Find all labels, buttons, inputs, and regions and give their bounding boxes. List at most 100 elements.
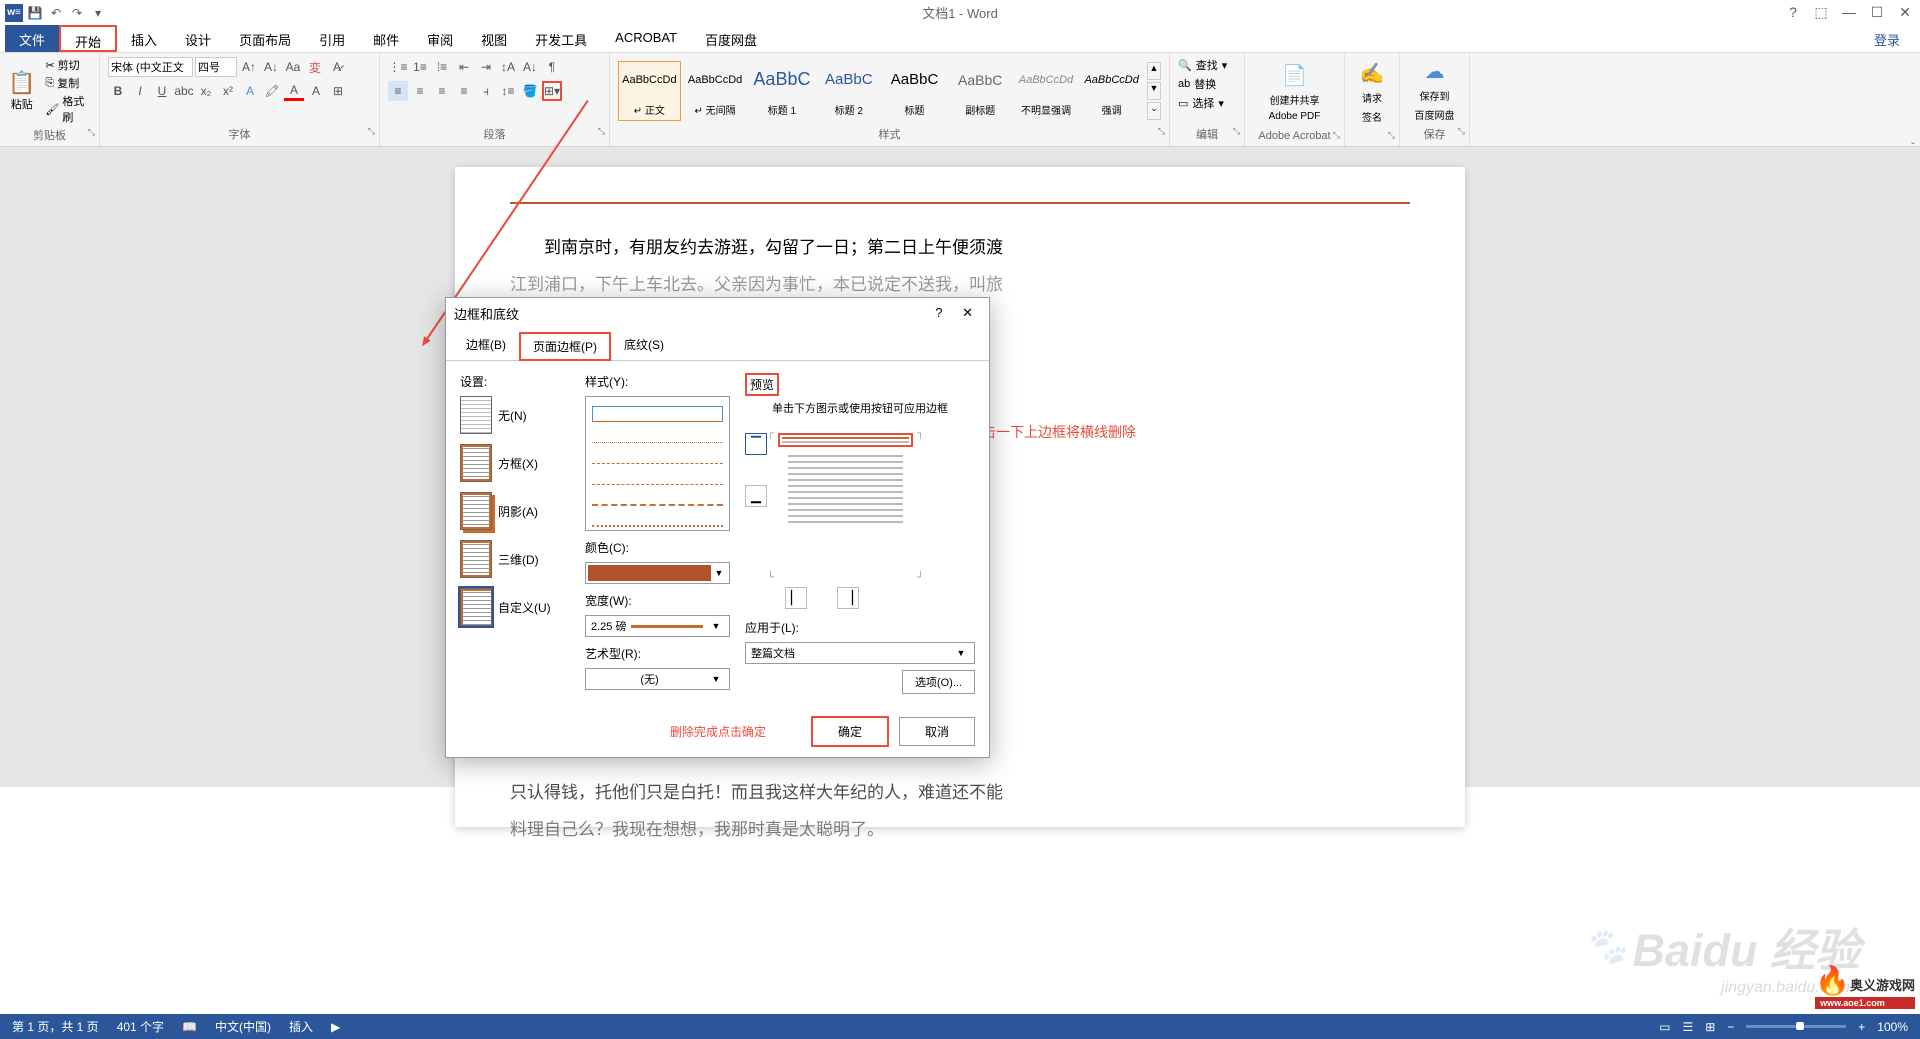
style-heading2[interactable]: AaBbC标题 2 xyxy=(817,61,880,121)
dialog-help-icon[interactable]: ? xyxy=(927,305,950,320)
style-subtitle[interactable]: AaBbC副标题 xyxy=(949,61,1012,121)
tab-insert[interactable]: 插入 xyxy=(117,25,171,52)
status-language[interactable]: 中文(中国) xyxy=(215,1018,271,1035)
char-shading-icon[interactable]: A xyxy=(306,81,326,101)
tab-design[interactable]: 设计 xyxy=(171,25,225,52)
style-scroll-up[interactable]: ▲ xyxy=(1147,62,1161,80)
close-icon[interactable]: ✕ xyxy=(1895,4,1915,21)
justify-icon[interactable]: ≡ xyxy=(454,81,474,101)
ok-button[interactable]: 确定 xyxy=(811,716,889,747)
style-normal[interactable]: AaBbCcDd↵ 正文 xyxy=(618,61,681,121)
sort-icon[interactable]: A↓ xyxy=(520,57,540,77)
borders-button[interactable]: ⊞▾ xyxy=(542,81,562,101)
tab-review[interactable]: 审阅 xyxy=(413,25,467,52)
italic-icon[interactable]: I xyxy=(130,81,150,101)
zoom-out-icon[interactable]: − xyxy=(1727,1020,1734,1034)
ltrv-icon[interactable]: ↕A xyxy=(498,57,518,77)
preview-box[interactable]: ┌ ┐ └ ┘ xyxy=(773,428,918,583)
grow-font-icon[interactable]: A↑ xyxy=(239,57,259,77)
shrink-font-icon[interactable]: A↓ xyxy=(261,57,281,77)
bullets-icon[interactable]: ⋮≡ xyxy=(388,57,408,77)
create-pdf-button[interactable]: 📄 创建并共享Adobe PDF xyxy=(1253,57,1336,128)
tab-page-border[interactable]: 页面边框(P) xyxy=(519,332,611,361)
cancel-button[interactable]: 取消 xyxy=(899,717,975,746)
save-to-baidu-button[interactable]: ☁ 保存到百度网盘 xyxy=(1408,57,1461,124)
tab-baidu[interactable]: 百度网盘 xyxy=(691,25,771,52)
style-gallery[interactable]: AaBbCcDd↵ 正文 AaBbCcDd↵ 无间隔 AaBbC标题 1 AaB… xyxy=(618,61,1143,121)
minimize-icon[interactable]: — xyxy=(1839,4,1859,21)
style-expand[interactable]: ⌄ xyxy=(1147,102,1161,120)
bold-icon[interactable]: B xyxy=(108,81,128,101)
request-signature-button[interactable]: ✍ 请求签名 xyxy=(1353,57,1391,128)
tab-acrobat[interactable]: ACROBAT xyxy=(601,25,691,52)
subscript-icon[interactable]: x₂ xyxy=(196,81,216,101)
redo-icon[interactable]: ↷ xyxy=(68,4,86,22)
replace-button[interactable]: ab替换 xyxy=(1178,76,1216,92)
strikethrough-icon[interactable]: abc xyxy=(174,81,194,101)
toggle-bottom-border[interactable]: ▁ xyxy=(745,485,767,507)
status-proofing-icon[interactable]: 📖 xyxy=(182,1020,197,1034)
tab-view[interactable]: 视图 xyxy=(467,25,521,52)
toggle-right-border[interactable]: ▕ xyxy=(837,587,859,609)
save-icon[interactable]: 💾 xyxy=(26,4,44,22)
shading-icon[interactable]: 🪣 xyxy=(520,81,540,101)
color-combo[interactable]: ▼ xyxy=(585,562,730,584)
maximize-icon[interactable]: ☐ xyxy=(1867,4,1887,21)
style-scroll-down[interactable]: ▼ xyxy=(1147,82,1161,100)
ribbon-display-icon[interactable]: ⬚ xyxy=(1811,4,1831,21)
paste-button[interactable]: 📋 粘贴 xyxy=(8,70,35,112)
align-center-icon[interactable]: ≡ xyxy=(410,81,430,101)
find-button[interactable]: 🔍查找 ▾ xyxy=(1178,57,1227,73)
setting-custom[interactable]: 自定义(U) xyxy=(460,588,570,626)
style-list[interactable] xyxy=(585,396,730,531)
tab-page-layout[interactable]: 页面布局 xyxy=(225,25,305,52)
style-heading1[interactable]: AaBbC标题 1 xyxy=(749,61,814,121)
tab-border[interactable]: 边框(B) xyxy=(454,332,518,360)
tab-mailings[interactable]: 邮件 xyxy=(359,25,413,52)
change-case-icon[interactable]: Aa xyxy=(283,57,303,77)
setting-box[interactable]: 方框(X) xyxy=(460,444,570,482)
underline-icon[interactable]: U xyxy=(152,81,172,101)
apply-combo[interactable]: 整篇文档▼ xyxy=(745,642,975,664)
char-border-icon[interactable]: ⊞ xyxy=(328,81,348,101)
zoom-level[interactable]: 100% xyxy=(1877,1020,1908,1034)
art-combo[interactable]: (无)▼ xyxy=(585,668,730,690)
font-name-select[interactable]: 宋体 (中文正文 xyxy=(108,57,193,77)
line-spacing-icon[interactable]: ↕≡ xyxy=(498,81,518,101)
status-macro-icon[interactable]: ▶ xyxy=(331,1020,340,1034)
align-left-icon[interactable]: ≡ xyxy=(388,81,408,101)
superscript-icon[interactable]: x² xyxy=(218,81,238,101)
style-nospacing[interactable]: AaBbCcDd↵ 无间隔 xyxy=(684,61,747,121)
tab-shading[interactable]: 底纹(S) xyxy=(612,332,676,360)
tab-file[interactable]: 文件 xyxy=(5,25,59,52)
distribute-icon[interactable]: ⫞ xyxy=(476,81,496,101)
style-title[interactable]: AaBbC标题 xyxy=(883,61,946,121)
setting-shadow[interactable]: 阴影(A) xyxy=(460,492,570,530)
page[interactable]: 到南京时，有朋友约去游逛，勾留了一日；第二日上午便须渡 江到浦口，下午上车北去。… xyxy=(455,167,1465,827)
format-painter-button[interactable]: 🖌格式刷 xyxy=(45,93,91,125)
zoom-slider[interactable] xyxy=(1746,1025,1846,1028)
view-print-icon[interactable]: ☰ xyxy=(1682,1020,1693,1034)
status-mode[interactable]: 插入 xyxy=(289,1018,313,1035)
tab-developer[interactable]: 开发工具 xyxy=(521,25,601,52)
undo-icon[interactable]: ↶ xyxy=(47,4,65,22)
toggle-left-border[interactable]: ▏ xyxy=(785,587,807,609)
decrease-indent-icon[interactable]: ⇤ xyxy=(454,57,474,77)
multilevel-icon[interactable]: ⁞≡ xyxy=(432,57,452,77)
qat-dropdown-icon[interactable]: ▾ xyxy=(89,4,107,22)
style-emphasis[interactable]: AaBbCcDd强调 xyxy=(1080,61,1143,121)
text-effects-icon[interactable]: A xyxy=(240,81,260,101)
increase-indent-icon[interactable]: ⇥ xyxy=(476,57,496,77)
help-icon[interactable]: ? xyxy=(1783,4,1803,21)
tab-home[interactable]: 开始 xyxy=(59,25,117,52)
phonetic-icon[interactable]: 変 xyxy=(305,57,325,77)
copy-button[interactable]: ⎘复制 xyxy=(45,75,91,91)
status-words[interactable]: 401 个字 xyxy=(117,1018,164,1035)
align-right-icon[interactable]: ≡ xyxy=(432,81,452,101)
view-web-icon[interactable]: ⊞ xyxy=(1705,1020,1715,1034)
toggle-top-border[interactable]: ▔ xyxy=(745,433,767,455)
status-page[interactable]: 第 1 页，共 1 页 xyxy=(12,1018,99,1035)
setting-none[interactable]: 无(N) xyxy=(460,396,570,434)
highlight-icon[interactable]: 🖍 xyxy=(262,81,282,101)
width-combo[interactable]: 2.25 磅▼ xyxy=(585,615,730,637)
